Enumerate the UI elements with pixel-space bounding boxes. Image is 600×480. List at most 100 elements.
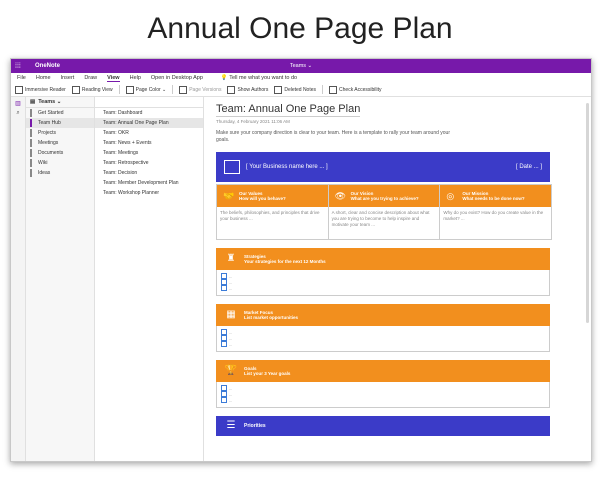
main-body: ▥ ⌕ ▤ Teams ⌄ Get Started Team Hub Projec… [11, 97, 591, 461]
checklist-item[interactable]: ... [221, 285, 545, 291]
target-icon: ◎ [446, 191, 455, 201]
show-authors-button[interactable]: Show Authors [227, 85, 269, 94]
section-color-tab [30, 159, 32, 167]
section-ideas[interactable]: Ideas [26, 168, 94, 178]
values-body[interactable]: The beliefs, philosophies, and principle… [217, 207, 328, 239]
mission-subtitle: What needs to be done now? [462, 196, 525, 201]
checkbox[interactable] [221, 341, 227, 347]
tell-me-text: Tell me what you want to do [229, 75, 298, 81]
page-item-meetings[interactable]: Team: Meetings [95, 148, 203, 158]
section-wiki[interactable]: Wiki [26, 158, 94, 168]
onenote-window: ⁞⁞⁞ OneNote Teams ⌄ File Home Insert Dra… [10, 58, 592, 462]
reading-view-button[interactable]: Reading View [71, 85, 113, 94]
left-rail: ▥ ⌕ [11, 97, 26, 461]
slide-title: Annual One Page Plan [147, 12, 453, 45]
menu-open-desktop[interactable]: Open in Desktop App [151, 75, 203, 81]
accessibility-icon [329, 85, 338, 94]
check-accessibility-button[interactable]: Check Accessibility [329, 85, 382, 94]
checklist-item-text: ... [229, 397, 233, 403]
search-icon[interactable]: ⌕ [14, 110, 22, 117]
page-item-decision[interactable]: Team: Decision [95, 168, 203, 178]
section-color-tab [30, 109, 32, 117]
page-canvas[interactable]: Team: Annual One Page Plan Thursday, 4 F… [204, 97, 591, 461]
values-column: 🤝 Our Values How will you behave? The bel… [217, 185, 329, 239]
checklist-item[interactable]: ... [221, 397, 545, 403]
menu-help[interactable]: Help [130, 75, 141, 81]
section-color-tab [30, 129, 32, 137]
page-color-label: Page Color ⌄ [135, 86, 167, 93]
checklist-item-text: ... [229, 285, 233, 291]
page-intro[interactable]: Make sure your company direction is clea… [216, 130, 456, 144]
deleted-notes-label: Deleted Notes [284, 86, 317, 93]
strategies-subtitle: Your strategies for the next 12 Months [244, 259, 326, 264]
page-item-annual-plan[interactable]: Team: Annual One Page Plan [95, 118, 203, 128]
eye-icon: 👁 [334, 191, 347, 201]
section-get-started[interactable]: Get Started [26, 108, 94, 118]
page-item-member-development[interactable]: Team: Member Development Plan [95, 178, 203, 188]
toolbar-divider [322, 85, 324, 94]
page-datetime: Thursday, 4 February 2021 11:06 AM [216, 119, 290, 124]
market-focus-list[interactable]: ... ... ... [216, 326, 550, 352]
notebooks-icon[interactable]: ▥ [14, 100, 22, 107]
checklist-item-text: ... [229, 341, 233, 347]
page-item-dashboard[interactable]: Team: Dashboard [95, 108, 203, 118]
section-projects[interactable]: Projects [26, 128, 94, 138]
section-label: Ideas [38, 170, 51, 176]
page-color-button[interactable]: Page Color ⌄ [125, 85, 167, 94]
checklist-item[interactable]: ... [221, 341, 545, 347]
vision-header: 👁 Our Vision What are you trying to achie… [328, 185, 440, 207]
section-color-tab [30, 169, 32, 177]
business-name-placeholder[interactable]: [ Your Business name here ... ] [246, 164, 328, 170]
pages-pane: Team: Dashboard Team: Annual One Page Pl… [95, 97, 204, 461]
vision-subtitle: What are you trying to achieve? [350, 196, 419, 201]
menu-file[interactable]: File [17, 75, 26, 81]
notebook-title[interactable]: Teams ⌄ [11, 63, 591, 69]
goals-list[interactable]: ... ... ... [216, 382, 550, 408]
deleted-notes-button[interactable]: Deleted Notes [274, 85, 317, 94]
checkbox[interactable] [221, 285, 227, 291]
date-placeholder[interactable]: [ Date ... ] [516, 164, 542, 170]
toolbar-divider [118, 85, 120, 94]
reading-view-icon [71, 85, 80, 94]
notebook-selector[interactable]: ▤ Teams ⌄ [26, 97, 94, 108]
page-item-okr[interactable]: Team: OKR [95, 128, 203, 138]
notebook-selector-label: Teams ⌄ [38, 99, 62, 105]
goals-subtitle: List your 3 Year goals [244, 371, 291, 376]
menu-home[interactable]: Home [36, 75, 51, 81]
title-bar: ⁞⁞⁞ OneNote Teams ⌄ [11, 59, 591, 73]
menu-view[interactable]: View [107, 75, 120, 82]
tell-me-box[interactable]: 💡 Tell me what you want to do [221, 75, 297, 81]
page-color-icon [125, 85, 134, 94]
page-item-workshop-planner[interactable]: Team: Workshop Planner [95, 188, 203, 198]
page-title[interactable]: Team: Annual One Page Plan [216, 103, 361, 117]
mission-header: ◎ Our Mission What needs to be done now? [440, 185, 552, 207]
checkbox[interactable] [221, 397, 227, 403]
strategies-list[interactable]: ... ... ... [216, 270, 550, 296]
section-documents[interactable]: Documents [26, 148, 94, 158]
deleted-notes-icon [274, 85, 283, 94]
priorities-header: ☰ Priorities [216, 416, 550, 436]
reading-view-label: Reading View [81, 86, 113, 93]
page-item-news-events[interactable]: Team: News + Events [95, 138, 203, 148]
market-icon: ▦ [226, 309, 236, 320]
business-banner[interactable]: [ Your Business name here ... ] [ Date .… [216, 152, 550, 182]
menu-draw[interactable]: Draw [84, 75, 97, 81]
menu-insert[interactable]: Insert [61, 75, 75, 81]
vision-body[interactable]: A short, clear and concise description a… [329, 207, 440, 239]
page-versions-button[interactable]: Page Versions [179, 85, 221, 94]
section-label: Team Hub [38, 120, 61, 126]
page-item-retrospective[interactable]: Team: Retrospective [95, 158, 203, 168]
section-team-hub[interactable]: Team Hub [26, 118, 94, 128]
page-scrollbar[interactable] [586, 103, 589, 323]
mission-column: ◎ Our Mission What needs to be done now? … [440, 185, 552, 239]
section-label: Meetings [38, 140, 59, 146]
checklist-item-text: ... [229, 273, 233, 279]
show-authors-label: Show Authors [237, 86, 269, 93]
page-versions-icon [179, 85, 188, 94]
numbered-list-icon: ☰ [226, 420, 236, 431]
section-meetings[interactable]: Meetings [26, 138, 94, 148]
toolbar-divider [172, 85, 174, 94]
immersive-reader-button[interactable]: Immersive Reader [15, 85, 66, 94]
mission-body[interactable]: Why do you exist? How do you create valu… [440, 207, 551, 239]
immersive-reader-icon [15, 85, 23, 94]
